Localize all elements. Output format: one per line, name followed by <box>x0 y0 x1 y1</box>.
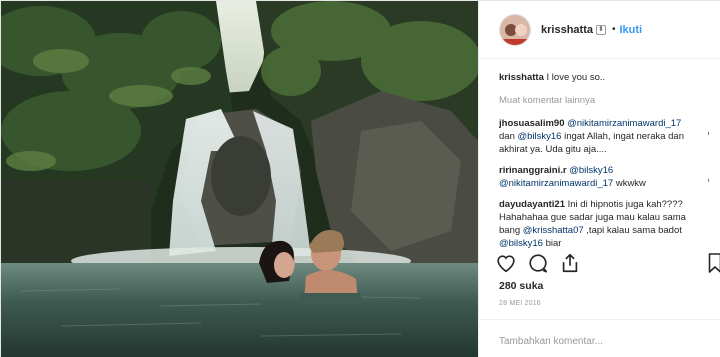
comments-list: krisshatta I love you so.. Muat komentar… <box>499 71 709 249</box>
comment-like-icon[interactable] <box>707 176 709 186</box>
share-icon[interactable] <box>559 252 581 274</box>
comment-mention[interactable]: @bilsky16 <box>499 238 543 249</box>
follow-button[interactable]: Ikuti <box>620 24 643 36</box>
post-caption: krisshatta I love you so.. <box>499 71 709 84</box>
comment-text: ,tapi kalau sama badot <box>583 225 682 236</box>
like-count[interactable]: 280 suka <box>499 280 543 292</box>
separator-dot: • <box>611 24 616 35</box>
comment-like-icon[interactable] <box>707 129 709 139</box>
caption-username[interactable]: krisshatta <box>499 72 544 83</box>
comment-mention[interactable]: @bilsky16 <box>569 165 613 176</box>
post-sidebar: krisshatta ⬍ • Ikuti krisshatta I love y… <box>478 1 720 357</box>
post-actions <box>495 251 720 275</box>
comment-like-icon[interactable] <box>707 246 709 249</box>
comment-text: dan <box>499 131 518 142</box>
add-comment-input[interactable] <box>499 336 699 347</box>
load-more-comments-button[interactable]: Muat komentar lainnya <box>499 94 709 107</box>
bookmark-icon[interactable] <box>708 253 720 273</box>
comment-mention[interactable]: @nikitamirzanimawardi_17 <box>567 118 681 129</box>
comment-mention[interactable]: @bilsky16 <box>518 131 562 142</box>
comment-text: biar <box>542 238 562 249</box>
comment-username[interactable]: ririnanggraini.r <box>499 165 567 176</box>
caption-text: I love you so.. <box>546 72 606 83</box>
post-date: 28 MEI 2016 <box>499 300 541 307</box>
comment-username[interactable]: jhosuasalim90 <box>499 118 564 129</box>
post-photo[interactable] <box>1 1 478 357</box>
post-header: krisshatta ⬍ • Ikuti <box>479 1 720 59</box>
comment-text: wkwkw <box>613 178 646 189</box>
comment-mention[interactable]: @krisshatta07 <box>523 225 584 236</box>
avatar-image <box>500 14 530 45</box>
avatar[interactable] <box>499 13 531 46</box>
comment-item: ririnanggraini.r @bilsky16 @nikitamirzan… <box>499 164 709 190</box>
comment-icon[interactable] <box>527 252 549 274</box>
verified-icon: ⬍ <box>595 24 606 35</box>
header-username[interactable]: krisshatta <box>541 24 593 36</box>
waterfall-photo <box>1 1 478 357</box>
comment-username[interactable]: dayudayanti21 <box>499 199 565 210</box>
comment-mention[interactable]: @nikitamirzanimawardi_17 <box>499 178 613 189</box>
add-comment-bar <box>479 319 720 357</box>
comment-item: dayudayanti21 Ini di hipnotis juga kah??… <box>499 198 709 249</box>
comment-item: jhosuasalim90 @nikitamirzanimawardi_17 d… <box>499 117 709 156</box>
heart-icon[interactable] <box>495 252 517 274</box>
post-container: krisshatta ⬍ • Ikuti krisshatta I love y… <box>0 0 720 357</box>
